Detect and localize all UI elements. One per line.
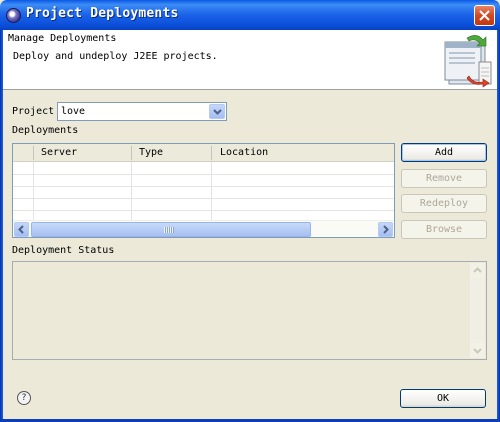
scroll-grip [164, 227, 174, 233]
chevron-down-icon [473, 348, 482, 354]
scroll-right-button[interactable] [378, 222, 393, 237]
table-column-line [211, 162, 212, 220]
window-title: Project Deployments [26, 6, 179, 21]
scroll-up-button[interactable] [470, 263, 485, 278]
remove-button[interactable]: Remove [401, 169, 487, 188]
header-title: Manage Deployments [8, 33, 117, 44]
chevron-left-icon [18, 225, 24, 234]
table-row-line [13, 210, 394, 211]
project-combo-value: love [61, 106, 86, 117]
chevron-up-icon [473, 267, 482, 273]
deploy-server-icon [444, 35, 492, 88]
table-header: Server Type Location [13, 144, 394, 162]
column-header-server[interactable]: Server [41, 147, 77, 158]
scroll-left-button[interactable] [14, 222, 29, 237]
table-row-line [13, 186, 394, 187]
scroll-down-button[interactable] [470, 343, 485, 358]
deployments-label: Deployments [12, 125, 79, 136]
column-header-type[interactable]: Type [139, 147, 163, 158]
deployment-status-text[interactable] [12, 261, 487, 360]
browse-button[interactable]: Browse [401, 220, 487, 239]
chevron-right-icon [383, 225, 389, 234]
ok-button[interactable]: OK [400, 389, 486, 408]
add-button[interactable]: Add [401, 143, 487, 162]
table-column-line [131, 162, 132, 220]
deployments-table[interactable]: Server Type Location [12, 143, 395, 238]
title-bar: Project Deployments [0, 0, 500, 30]
dialog-header: Manage Deployments Deploy and undeploy J… [3, 30, 497, 90]
redeploy-button[interactable]: Redeploy [401, 194, 487, 213]
column-separator [131, 146, 132, 160]
help-icon[interactable]: ? [17, 391, 31, 405]
scroll-thumb[interactable] [31, 222, 311, 237]
eclipse-app-icon [6, 8, 21, 23]
column-separator [211, 146, 212, 160]
project-combo[interactable]: love [57, 102, 227, 121]
table-column-line [33, 162, 34, 220]
status-vertical-scrollbar[interactable] [470, 263, 485, 358]
project-label: Project [12, 106, 55, 117]
deployment-status-label: Deployment Status [12, 245, 115, 256]
table-row-line [13, 174, 394, 175]
chevron-down-icon [213, 109, 222, 115]
column-header-location[interactable]: Location [220, 147, 268, 158]
project-combo-dropdown[interactable] [209, 104, 225, 119]
close-icon [479, 10, 490, 21]
column-separator [33, 146, 34, 160]
table-row-line [13, 198, 394, 199]
header-description: Deploy and undeploy J2EE projects. [13, 51, 218, 62]
table-horizontal-scrollbar[interactable] [13, 220, 394, 237]
close-button[interactable] [474, 5, 495, 26]
